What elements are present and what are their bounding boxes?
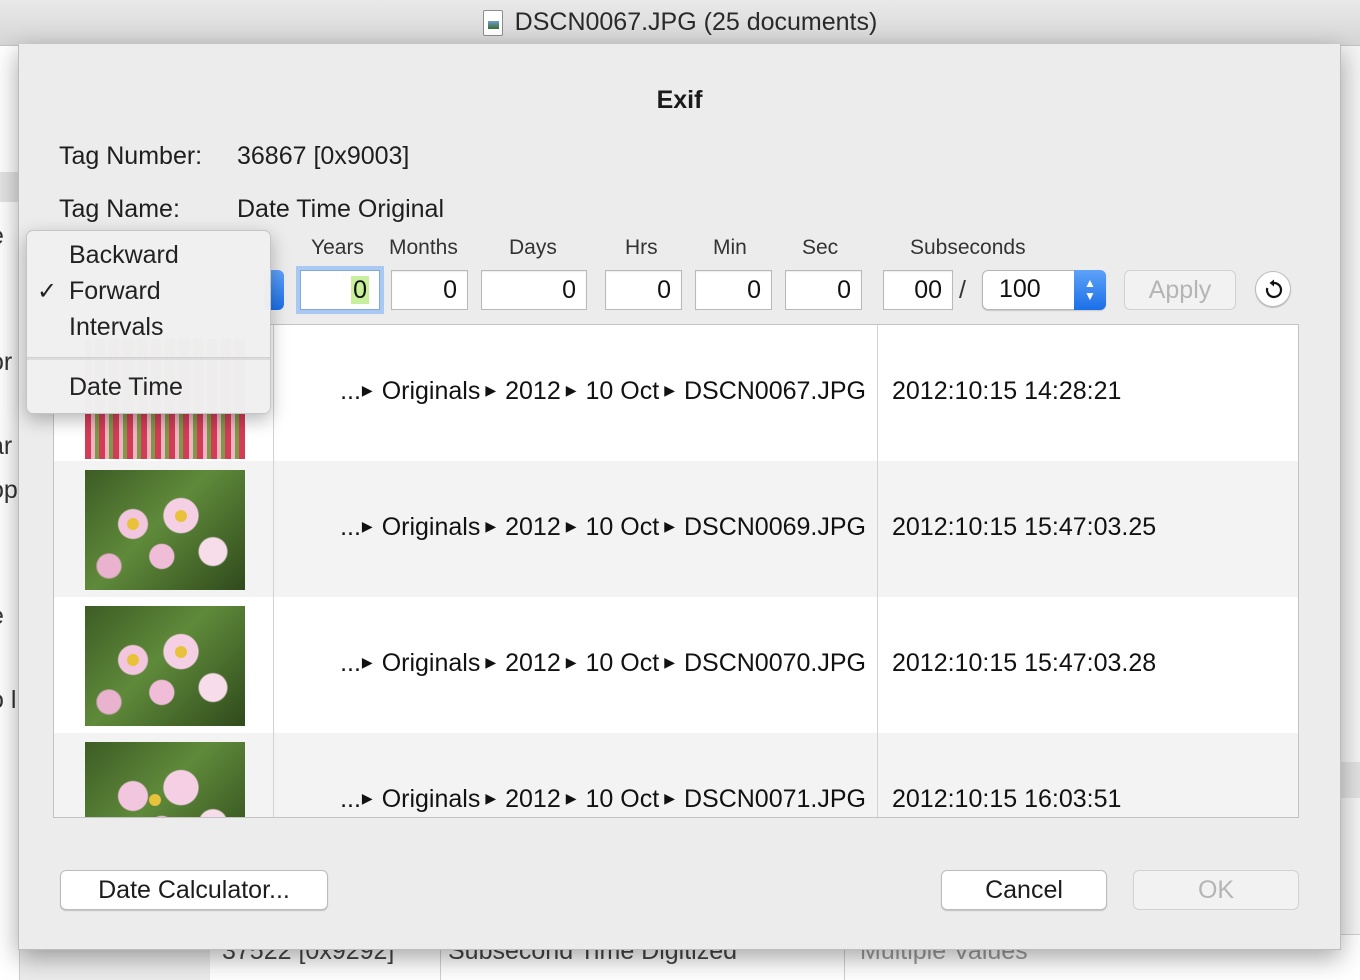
apply-button[interactable]: Apply — [1124, 270, 1236, 310]
ok-button[interactable]: OK — [1133, 870, 1299, 910]
background-text-fragment: o l — [0, 686, 17, 714]
background-text-fragment: e — [0, 602, 4, 631]
menu-item-backward[interactable]: Backward — [69, 241, 179, 270]
background-right-column — [1340, 46, 1360, 980]
file-path: ... ▶ Originals ▶ 2012 ▶ 10 Oct ▶ DSCN0067.J… — [340, 377, 866, 405]
table-row[interactable]: ... ▶ Originals ▶ 2012 ▶ 10 Oct ▶ DSCN0069.J… — [54, 461, 1298, 597]
date-calculator-button[interactable]: Date Calculator... — [60, 870, 328, 910]
table-row[interactable]: ... ▶ Originals ▶ 2012 ▶ 10 Oct ▶ DSCN0070.J… — [54, 597, 1298, 733]
subseconds-field[interactable]: 00 — [883, 270, 953, 310]
reset-icon — [1265, 279, 1283, 299]
tag-number-value: 36867 [0x9003] — [237, 142, 410, 170]
background-text-fragment: ar — [0, 432, 13, 460]
file-path: ... ▶ Originals ▶ 2012 ▶ 10 Oct ▶ DSCN0069.J… — [340, 513, 866, 541]
months-header: Months — [389, 236, 458, 259]
file-path: ... ▶ Originals ▶ 2012 ▶ 10 Oct ▶ DSCN0071.J… — [340, 785, 866, 813]
sec-field[interactable]: 0 — [785, 270, 862, 310]
reset-button[interactable] — [1255, 271, 1291, 307]
file-date: 2012:10:15 14:28:21 — [892, 377, 1122, 405]
hrs-field[interactable]: 0 — [605, 270, 682, 310]
tag-name-value: Date Time Original — [237, 195, 445, 223]
min-header: Min — [713, 236, 747, 259]
subseconds-header: Subseconds — [910, 236, 1026, 259]
thumbnail-image — [85, 606, 245, 726]
cancel-button[interactable]: Cancel — [941, 870, 1107, 910]
months-field[interactable]: 0 — [391, 270, 468, 310]
background-text-fragment: or — [0, 348, 13, 376]
years-header: Years — [311, 236, 364, 259]
thumbnail-image — [85, 742, 245, 817]
file-date: 2012:10:15 16:03:51 — [892, 785, 1122, 813]
subseconds-divisor-value: 100 — [999, 275, 1041, 303]
menu-separator — [27, 357, 270, 360]
thumbnail-image — [85, 470, 245, 590]
document-icon — [482, 9, 503, 36]
menu-item-forward[interactable]: Forward — [69, 277, 161, 306]
background-text-fragment: op — [0, 476, 18, 504]
file-date: 2012:10:15 15:47:03.28 — [892, 649, 1157, 677]
checkmark-icon: ✓ — [37, 278, 58, 305]
subseconds-divisor-select[interactable]: 100 ▲ ▼ — [982, 270, 1106, 310]
table-row[interactable]: ... ▶ Originals ▶ 2012 ▶ 10 Oct ▶ DSCN0071.J… — [54, 733, 1298, 817]
updown-chevron-icon[interactable]: ▲ ▼ — [1074, 270, 1106, 310]
background-row-highlight — [0, 172, 19, 202]
menu-item-date-time[interactable]: Date Time — [69, 373, 183, 402]
subseconds-slash: / — [959, 276, 966, 304]
window-title: DSCN0067.JPG (25 documents) — [514, 8, 878, 36]
sheet-title: Exif — [656, 86, 703, 114]
days-field[interactable]: 0 — [481, 270, 587, 310]
menu-item-intervals[interactable]: Intervals — [69, 313, 163, 342]
background-row-highlight — [1340, 762, 1360, 798]
background-text-fragment: e — [0, 222, 4, 251]
min-field[interactable]: 0 — [695, 270, 772, 310]
column-divider — [273, 325, 274, 817]
hrs-header: Hrs — [625, 236, 658, 259]
column-divider — [877, 325, 878, 817]
years-field[interactable]: 0 — [300, 270, 380, 310]
file-date: 2012:10:15 15:47:03.25 — [892, 513, 1157, 541]
tag-number-label: Tag Number: — [59, 142, 203, 170]
background-left-column: e or ar op e o l — [0, 46, 20, 980]
days-header: Days — [509, 236, 557, 259]
sec-header: Sec — [802, 236, 839, 259]
tag-name-label: Tag Name: — [59, 195, 180, 223]
file-path: ... ▶ Originals ▶ 2012 ▶ 10 Oct ▶ DSCN0070.J… — [340, 649, 866, 677]
mode-popup-menu[interactable]: Backward ✓ Forward Intervals Date Time — [26, 230, 271, 414]
exif-edit-sheet: Exif Tag Number: 36867 [0x9003] Tag Name… — [18, 44, 1341, 950]
window-titlebar: DSCN0067.JPG (25 documents) — [0, 0, 1360, 46]
